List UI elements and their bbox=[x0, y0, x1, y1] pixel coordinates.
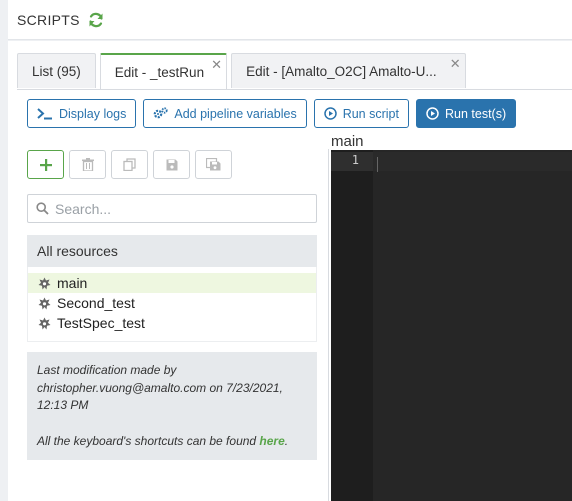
text-cursor bbox=[377, 157, 378, 172]
shortcuts-link[interactable]: here bbox=[259, 434, 284, 448]
run-tests-button[interactable]: Run test(s) bbox=[415, 99, 517, 128]
all-resources-header: All resources bbox=[27, 235, 317, 267]
terminal-icon bbox=[37, 107, 52, 119]
cog-icon bbox=[38, 297, 51, 309]
resource-label: Second_test bbox=[57, 295, 135, 311]
modification-line: 12:13 PM bbox=[37, 398, 89, 412]
gears-icon bbox=[154, 107, 168, 119]
copy-resource-button[interactable] bbox=[111, 150, 148, 179]
close-icon[interactable]: ✕ bbox=[211, 58, 222, 71]
resource-item-testspec-test[interactable]: TestSpec_test bbox=[28, 313, 316, 333]
tab-label: Edit - [Amalto_O2C] Amalto-U... bbox=[246, 63, 437, 79]
play-circle-icon bbox=[323, 107, 337, 120]
resource-item-second-test[interactable]: Second_test bbox=[28, 293, 316, 313]
save-all-button[interactable] bbox=[195, 150, 232, 179]
line-number: 1 bbox=[351, 153, 359, 167]
tab-label: Edit - _testRun bbox=[114, 65, 205, 80]
scripts-header: SCRIPTS bbox=[8, 0, 572, 40]
display-logs-button[interactable]: Display logs bbox=[27, 99, 137, 128]
add-pipeline-variables-button[interactable]: Add pipeline variables bbox=[143, 99, 307, 128]
tab-bar: List (95) Edit - _testRun ✕ Edit - [Amal… bbox=[17, 53, 470, 90]
run-tests-label: Run test(s) bbox=[444, 106, 507, 121]
search-input[interactable] bbox=[55, 200, 305, 217]
resource-item-main[interactable]: main bbox=[28, 273, 316, 293]
tab-list[interactable]: List (95) bbox=[17, 53, 96, 88]
resource-label: main bbox=[57, 275, 88, 291]
shortcuts-text: All the keyboard's shortcuts can be foun… bbox=[37, 433, 307, 451]
resource-actions bbox=[27, 150, 317, 179]
editor-title: main bbox=[331, 133, 364, 150]
copy-icon bbox=[123, 158, 136, 171]
active-line bbox=[373, 152, 572, 171]
panel-divider bbox=[328, 149, 329, 501]
editor-gutter: 1 bbox=[331, 150, 373, 501]
tab-edit-testrun[interactable]: Edit - _testRun ✕ bbox=[99, 53, 228, 90]
resource-list: main Second_test TestSpec_test bbox=[27, 267, 317, 342]
modification-line: christopher.vuong@amalto.com on 7/23/202… bbox=[37, 380, 283, 395]
save-icon bbox=[166, 159, 177, 170]
modification-info: Last modification made by christopher.vu… bbox=[27, 352, 317, 460]
save-resource-button[interactable] bbox=[153, 150, 190, 179]
shortcuts-prefix: All the keyboard's shortcuts can be foun… bbox=[37, 433, 260, 448]
resource-label: TestSpec_test bbox=[57, 315, 145, 331]
modification-line: Last modification made by bbox=[37, 363, 177, 377]
play-circle-icon bbox=[426, 107, 439, 120]
tab-label: List (95) bbox=[32, 63, 81, 79]
resources-sidebar: All resources main Second_test TestSpec_… bbox=[27, 150, 317, 460]
save-all-icon bbox=[206, 158, 221, 171]
trash-icon bbox=[81, 158, 94, 171]
search-box bbox=[27, 194, 317, 223]
tab-edit-amalto[interactable]: Edit - [Amalto_O2C] Amalto-U... ✕ bbox=[231, 53, 466, 88]
display-logs-label: Display logs bbox=[59, 106, 127, 121]
add-pipeline-variables-label: Add pipeline variables bbox=[174, 106, 297, 121]
add-resource-button[interactable] bbox=[27, 150, 64, 179]
cog-icon bbox=[38, 317, 51, 329]
refresh-icon[interactable] bbox=[88, 12, 104, 28]
delete-resource-button[interactable] bbox=[69, 150, 106, 179]
shortcuts-suffix: . bbox=[284, 433, 289, 448]
search-icon bbox=[36, 202, 49, 215]
toolbar: Display logs Add pipeline variables Run … bbox=[27, 99, 517, 128]
page-title: SCRIPTS bbox=[17, 11, 80, 28]
close-icon[interactable]: ✕ bbox=[450, 57, 461, 70]
run-script-label: Run script bbox=[342, 106, 399, 121]
plus-icon bbox=[39, 158, 52, 171]
run-script-button[interactable]: Run script bbox=[313, 99, 409, 128]
tab-divider bbox=[17, 89, 572, 90]
cog-icon bbox=[38, 277, 51, 289]
code-editor[interactable]: 1 bbox=[331, 150, 572, 501]
